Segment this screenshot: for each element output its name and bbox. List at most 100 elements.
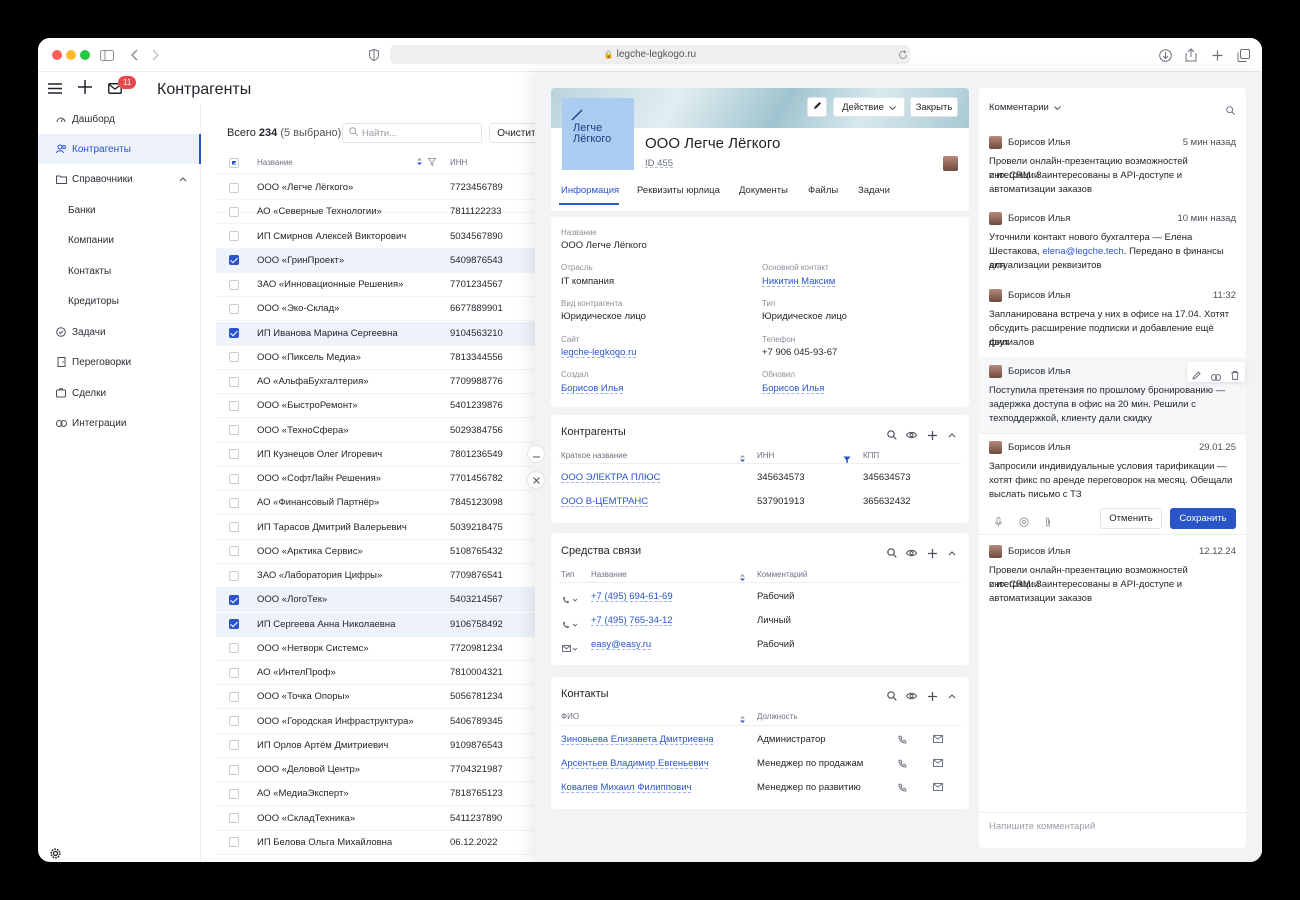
minimize-window-dot[interactable]: [66, 50, 76, 60]
sidebar-item-meeting-rooms[interactable]: Переговорки: [38, 347, 201, 377]
comment-author[interactable]: Борисов Илья: [1008, 137, 1070, 148]
sidebar-toggle-icon[interactable]: [98, 46, 116, 64]
created-by-link[interactable]: Борисов Илья: [561, 383, 623, 394]
table-row[interactable]: ИП Кузнецов Олег Игоревич 7801236549: [216, 443, 536, 467]
comment-input[interactable]: Напишите комментарий: [989, 821, 1095, 832]
row-checkbox[interactable]: [229, 570, 239, 581]
table-row[interactable]: ООО «Нетворк Системс» 7720981234: [216, 637, 536, 661]
column-header[interactable]: Название: [591, 570, 627, 579]
link-icon[interactable]: [1211, 368, 1221, 386]
sort-icon[interactable]: [739, 569, 746, 587]
mail-icon[interactable]: [931, 732, 945, 746]
site-link[interactable]: legche-legkogo.ru: [561, 347, 637, 358]
table-row[interactable]: ООО «ГринПроект» 5409876543: [216, 248, 536, 273]
close-button[interactable]: Закрыть: [910, 97, 958, 117]
select-all-checkbox[interactable]: [229, 157, 239, 168]
call-icon[interactable]: [895, 732, 909, 746]
row-checkbox[interactable]: [229, 716, 239, 726]
privacy-shield-icon[interactable]: [365, 46, 383, 64]
row-checkbox[interactable]: [229, 425, 239, 435]
sort-icon[interactable]: [416, 157, 423, 168]
sidebar-item-directories[interactable]: Справочники: [38, 164, 201, 194]
eye-icon[interactable]: [904, 428, 918, 442]
phone-link[interactable]: +7 (495) 694-61-69: [591, 591, 673, 602]
search-input[interactable]: Найти...: [342, 123, 482, 143]
sort-icon[interactable]: [739, 711, 746, 729]
table-row[interactable]: ИП Сергеева Анна Николаевна 9106758492: [216, 612, 536, 637]
eye-icon[interactable]: [904, 546, 918, 560]
contact-link[interactable]: Арсентьев Владимир Евгеньевич: [561, 758, 709, 769]
close-window-dot[interactable]: [52, 50, 62, 60]
row-checkbox[interactable]: [229, 473, 239, 484]
back-icon[interactable]: [126, 46, 144, 64]
table-row[interactable]: ИП Тарасов Дмитрий Валерьевич 5039218475: [216, 516, 536, 540]
filter-icon[interactable]: [427, 157, 437, 168]
table-row[interactable]: ЗАО «Инновационные Решения» 7701234567: [216, 273, 536, 297]
row-checkbox[interactable]: [229, 691, 239, 702]
mail-icon[interactable]: [931, 756, 945, 770]
table-row[interactable]: ООО «СофтЛайн Решения» 7701456782: [216, 467, 536, 491]
sidebar-item-contacts[interactable]: Контакты: [38, 256, 201, 286]
row-checkbox[interactable]: [229, 667, 239, 678]
phone-icon[interactable]: [562, 591, 578, 609]
address-bar[interactable]: 🔒 legche-legkogo.ru: [390, 45, 910, 64]
table-row[interactable]: ЗАО «Лаборатория Цифры» 7709876541: [216, 564, 536, 588]
search-icon[interactable]: [885, 428, 899, 442]
row-checkbox[interactable]: [229, 303, 239, 314]
download-icon[interactable]: [1156, 46, 1174, 64]
row-checkbox[interactable]: [229, 643, 239, 654]
tab-tasks[interactable]: Задачи: [858, 185, 890, 196]
settings-gear-icon[interactable]: [46, 844, 64, 862]
row-checkbox[interactable]: [229, 740, 239, 751]
row-checkbox[interactable]: [229, 255, 239, 266]
comment-author[interactable]: Борисов Илья: [1008, 366, 1070, 377]
sidebar-item-creditors[interactable]: Кредиторы: [38, 286, 201, 316]
table-row[interactable]: АО «АльфаБухгалтерия» 7709988776: [216, 370, 536, 394]
share-icon[interactable]: [1182, 46, 1200, 64]
microphone-icon[interactable]: [995, 514, 1002, 532]
add-icon[interactable]: [925, 546, 939, 560]
table-row[interactable]: ИП Орлов Артём Дмитриевич 9109876543: [216, 734, 536, 758]
comment-author[interactable]: Борисов Илья: [1008, 546, 1070, 557]
row-checkbox[interactable]: [229, 400, 239, 411]
tab-info[interactable]: Информация: [561, 185, 619, 196]
call-icon[interactable]: [895, 756, 909, 770]
mail-icon[interactable]: [562, 640, 578, 658]
table-row[interactable]: ИП Белова Ольга Михайловна 06.12.2022: [216, 831, 536, 855]
row-checkbox[interactable]: [229, 813, 239, 823]
action-dropdown[interactable]: Действие: [833, 97, 905, 117]
comment-author[interactable]: Борисов Илья: [1008, 213, 1070, 224]
column-header[interactable]: КПП: [863, 451, 879, 460]
row-checkbox[interactable]: [229, 279, 239, 290]
chevron-up-icon[interactable]: [945, 546, 959, 560]
table-row[interactable]: ООО «СкладТехника» 5411237890: [216, 807, 536, 831]
sidebar-item-tasks[interactable]: Задачи: [38, 317, 201, 347]
email-link[interactable]: elena@legche.tech: [1042, 246, 1123, 257]
row-checkbox[interactable]: [229, 328, 239, 338]
row-checkbox[interactable]: [229, 764, 239, 775]
add-icon[interactable]: [925, 428, 939, 442]
trash-icon[interactable]: [1231, 367, 1239, 385]
table-row[interactable]: ООО «Деловой Центр» 7704321987: [216, 758, 536, 782]
comment-author[interactable]: Борисов Илья: [1008, 442, 1070, 453]
updated-by-link[interactable]: Борисов Илья: [762, 383, 824, 394]
table-row[interactable]: ООО «ТехноСфера» 5029384756: [216, 419, 536, 443]
row-checkbox[interactable]: [229, 837, 239, 848]
contact-link[interactable]: Ковалев Михаил Филиппович: [561, 782, 691, 793]
new-tab-icon[interactable]: [1208, 46, 1226, 64]
search-icon[interactable]: [885, 546, 899, 560]
column-header[interactable]: Комментарий: [757, 570, 807, 579]
table-row[interactable]: АО «МедиаЭксперт» 7818765123: [216, 782, 536, 807]
comment-author[interactable]: Борисов Илья: [1008, 290, 1070, 301]
main-contact-link[interactable]: Никитин Максим: [762, 276, 835, 287]
table-row[interactable]: АО «Финансовый Партнёр» 7845123098: [216, 491, 536, 516]
table-row[interactable]: ООО «Точка Опоры» 5056781234: [216, 685, 536, 710]
table-row[interactable]: ООО «Эко-Склад» 6677889901: [216, 297, 536, 322]
row-checkbox[interactable]: [229, 522, 239, 532]
sidebar-item-companies[interactable]: Компании: [38, 225, 201, 255]
add-icon[interactable]: [925, 689, 939, 703]
table-row[interactable]: ИП Смирнов Алексей Викторович 5034567890: [216, 225, 536, 249]
sidebar-item-banks[interactable]: Банки: [38, 195, 201, 225]
row-checkbox[interactable]: [229, 182, 239, 193]
comments-filter-dropdown[interactable]: Комментарии: [989, 102, 1062, 113]
